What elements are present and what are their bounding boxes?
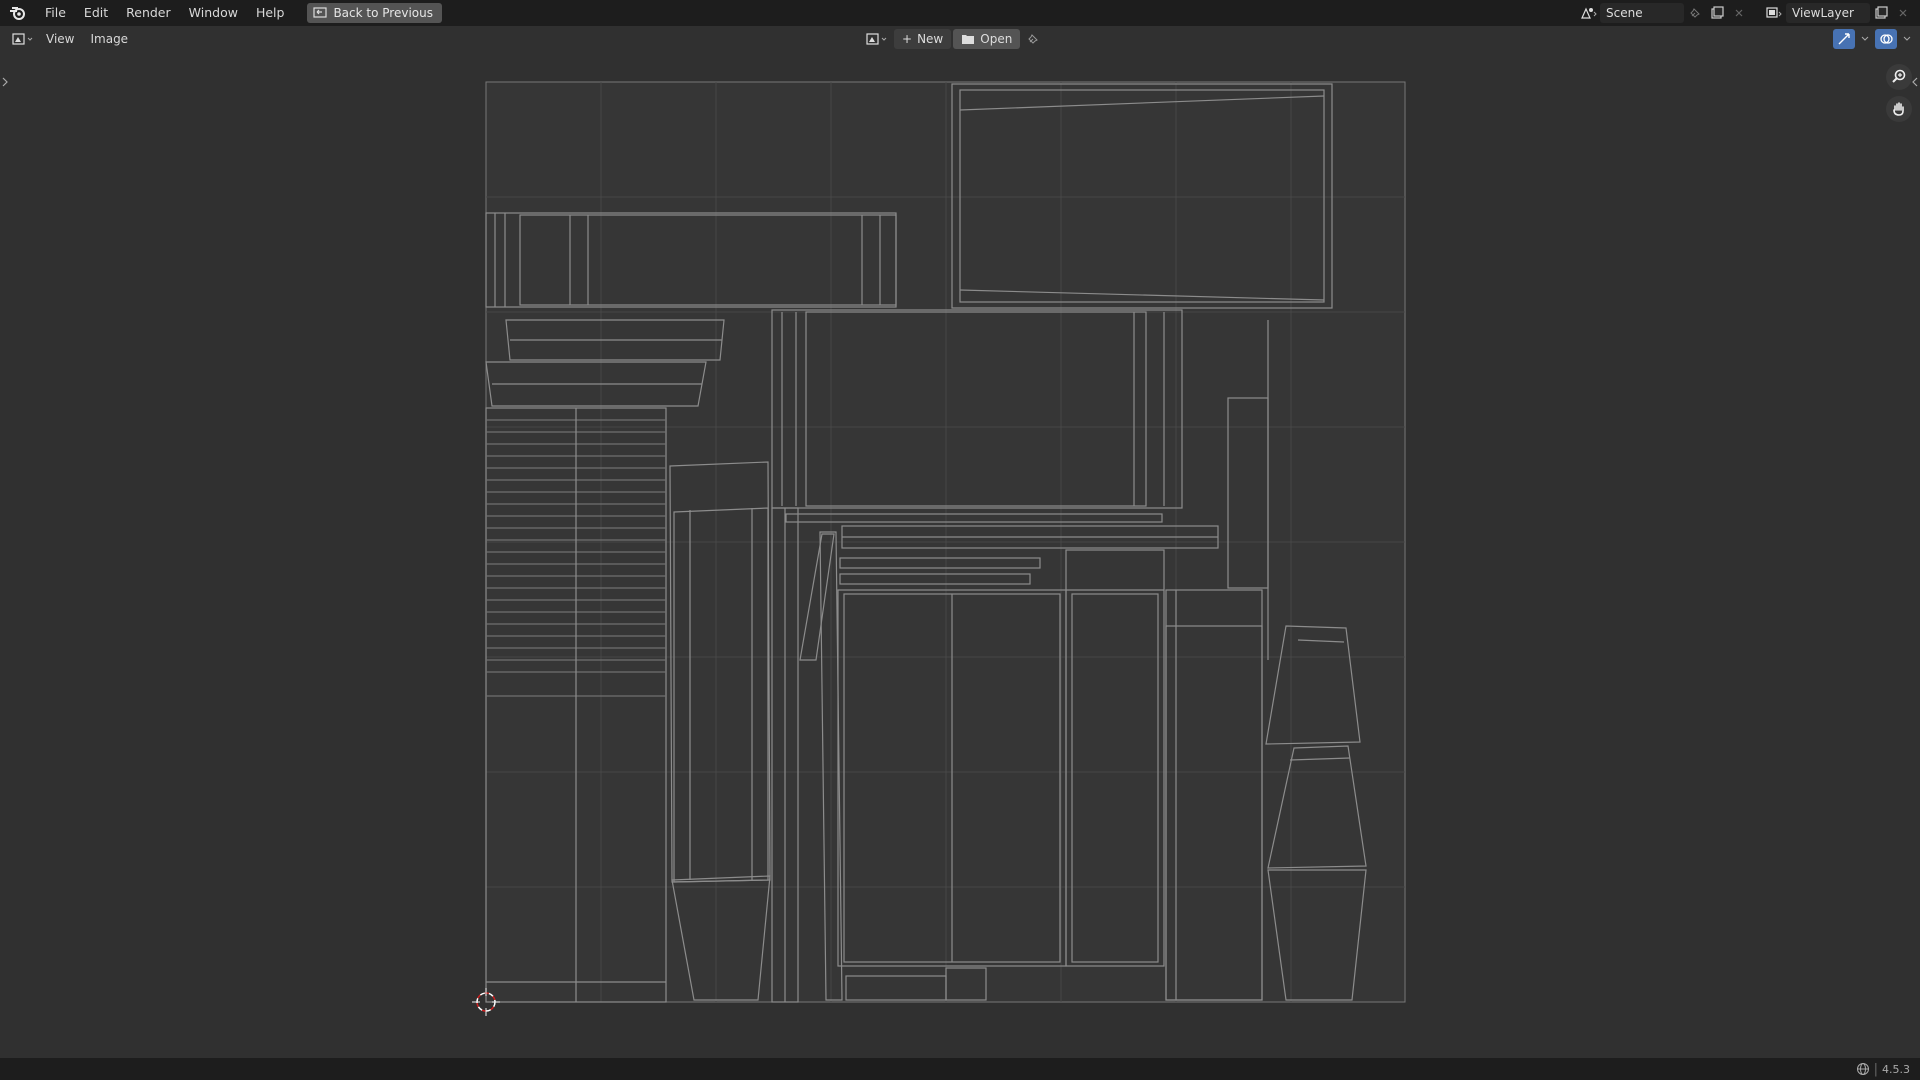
new-image-button[interactable]: + New (894, 29, 952, 49)
editor-type-icon[interactable] (10, 29, 38, 49)
image-controls: + New Open (864, 29, 1044, 49)
version-label: 4.5.3 (1882, 1062, 1910, 1076)
globe-icon (1856, 1063, 1869, 1075)
right-sidebar-toggle-icon[interactable] (1912, 77, 1918, 87)
viewlayer-icon[interactable] (1764, 3, 1786, 23)
back-label: Back to Previous (333, 6, 433, 20)
plus-icon: + (902, 32, 913, 46)
pin-icon[interactable] (1684, 3, 1706, 23)
menu-view[interactable]: View (38, 32, 82, 46)
delete-scene-icon[interactable] (1728, 3, 1750, 23)
new-viewlayer-icon[interactable] (1870, 3, 1892, 23)
new-scene-icon[interactable] (1706, 3, 1728, 23)
back-icon (313, 7, 328, 18)
folder-icon (962, 35, 975, 44)
scene-field[interactable]: Scene (1600, 3, 1684, 23)
status-divider: | (1873, 1061, 1878, 1077)
open-image-button[interactable]: Open (953, 29, 1021, 49)
overlay-toggle-icon[interactable] (1875, 29, 1897, 49)
delete-viewlayer-icon[interactable] (1892, 3, 1914, 23)
menu-window[interactable]: Window (180, 2, 247, 24)
gizmo-toggle-icon[interactable] (1833, 29, 1855, 49)
top-bar: File Edit Render Window Help Back to Pre… (0, 0, 1920, 26)
pin-image-icon[interactable] (1022, 29, 1044, 49)
sidebar-toggle-icon[interactable] (2, 77, 8, 87)
image-browse-icon[interactable] (864, 29, 892, 49)
menu-file[interactable]: File (36, 2, 75, 24)
uv-editor-canvas[interactable] (0, 0, 1920, 1080)
open-label: Open (980, 32, 1013, 46)
viewlayer-field[interactable]: ViewLayer (1786, 3, 1870, 23)
back-to-previous-button[interactable]: Back to Previous (307, 3, 442, 23)
gizmo-dropdown-icon[interactable] (1858, 29, 1872, 49)
status-bar: | 4.5.3 (0, 1058, 1920, 1080)
menu-edit[interactable]: Edit (75, 2, 117, 24)
image-editor-header: View Image + New Open (0, 26, 1920, 52)
navigation-gizmo (1886, 64, 1912, 122)
header-right-tools (1833, 29, 1914, 49)
scene-icon[interactable] (1578, 3, 1600, 23)
viewlayer-selector: ViewLayer (1764, 3, 1914, 23)
menu-help[interactable]: Help (247, 2, 294, 24)
zoom-icon[interactable] (1886, 64, 1912, 90)
overlay-dropdown-icon[interactable] (1900, 29, 1914, 49)
menu-render[interactable]: Render (117, 2, 180, 24)
scene-selector: Scene (1578, 3, 1750, 23)
blender-logo-icon[interactable] (8, 3, 28, 23)
menu-image[interactable]: Image (82, 32, 136, 46)
hand-pan-icon[interactable] (1886, 96, 1912, 122)
new-label: New (917, 32, 944, 46)
